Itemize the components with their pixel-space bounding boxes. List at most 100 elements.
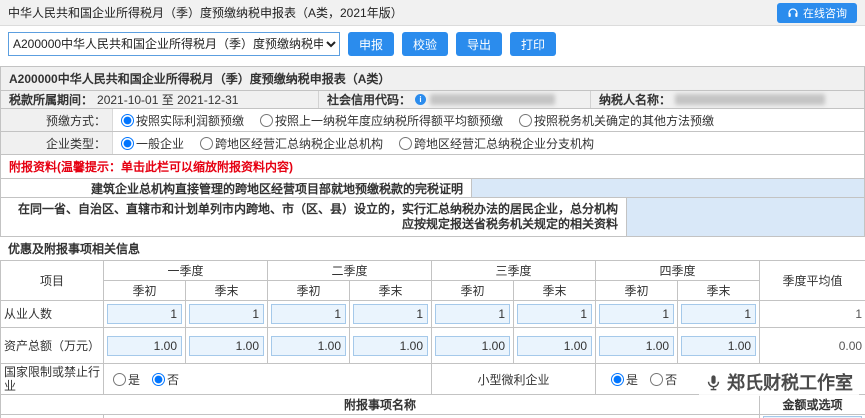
radio-label: 一般企业	[136, 136, 185, 151]
radio-label: 是	[128, 372, 141, 387]
employees-input[interactable]	[271, 304, 347, 324]
assets-input[interactable]	[435, 335, 511, 356]
employees-input[interactable]	[353, 304, 429, 324]
assets-cell	[184, 327, 269, 364]
subheader-end: 季末	[677, 280, 761, 301]
online-consult-button[interactable]: 在线咨询	[777, 2, 857, 23]
page-title: 中华人民共和国企业所得税月（季）度预缴纳税申报表（A类，2021年版）	[8, 6, 403, 20]
assets-input[interactable]	[681, 335, 757, 356]
radio-label: 跨地区经营汇总纳税企业分支机构	[414, 136, 595, 151]
radio-label: 是	[626, 372, 639, 387]
radio-label: 否	[665, 372, 678, 387]
radio-restricted-no-input[interactable]	[152, 372, 166, 386]
assets-cell	[267, 327, 351, 364]
radio-small-micro-no[interactable]: 否	[650, 371, 677, 388]
employees-cell	[431, 300, 515, 328]
assets-input[interactable]	[517, 335, 593, 356]
col-header-q4: 四季度	[595, 260, 761, 281]
export-button[interactable]: 导出	[456, 32, 502, 56]
radio-enterprise-branch-input[interactable]	[399, 136, 413, 150]
form-title-row: A200000中华人民共和国企业所得税月（季）度预缴纳税申报表（A类）	[1, 67, 864, 91]
matters-header-row: 附报事项名称 金额或选项	[0, 394, 865, 415]
prepay-method-row: 预缴方式： 按照实际利润额预缴 按照上一纳税年度应纳税所得额平均额预缴 按照税务…	[1, 109, 864, 132]
radio-label: 按照税务机关确定的其他方法预缴	[534, 113, 715, 128]
assets-cell	[349, 327, 433, 364]
tax-period-cell: 税款所属期间： 2021-10-01 至 2021-12-31	[1, 91, 319, 108]
col-header-q1: 一季度	[102, 260, 269, 281]
radio-prepay-prior-year-average-input[interactable]	[260, 113, 274, 127]
declare-button[interactable]: 申报	[348, 32, 394, 56]
radio-prepay-prior-year-average[interactable]: 按照上一纳税年度应纳税所得额平均额预缴	[260, 112, 503, 129]
employees-input[interactable]	[107, 304, 182, 324]
radio-enterprise-general-input[interactable]	[121, 136, 134, 150]
restricted-industry-label: 国家限制或禁止行业	[0, 363, 104, 395]
radio-enterprise-branch[interactable]: 跨地区经营汇总纳税企业分支机构	[399, 135, 594, 152]
subheader-begin: 季初	[267, 280, 351, 301]
col-header-q2: 二季度	[267, 260, 433, 281]
attach-row-province-text: 在同一省、自治区、直辖市和计划单列市内跨地、市（区、县）设立的，实行汇总纳税办法…	[17, 202, 618, 231]
attach-row-construction-input-area[interactable]	[471, 179, 864, 197]
validate-button[interactable]: 校验	[402, 32, 448, 56]
tax-period-label: 税款所属期间：	[9, 93, 94, 107]
subheader-begin: 季初	[595, 280, 679, 301]
employees-cell	[677, 300, 761, 328]
print-button[interactable]: 打印	[510, 32, 556, 56]
employees-input[interactable]	[435, 304, 511, 324]
credit-code-label: 社会信用代码：	[327, 93, 412, 107]
col-header-project: 项目	[0, 260, 104, 301]
employees-input[interactable]	[599, 304, 675, 324]
info-icon[interactable]: i	[415, 94, 427, 105]
radio-enterprise-general[interactable]: 一般企业	[121, 135, 184, 152]
section-title: 优惠及附报事项相关信息	[8, 242, 141, 256]
radio-prepay-actual-profit-input[interactable]	[121, 113, 134, 127]
table-header-row-2: 季初 季末 季初 季末 季初 季末 季初 季末	[1, 280, 865, 301]
radio-small-micro-no-input[interactable]	[650, 372, 664, 386]
radio-label: 否	[167, 372, 180, 387]
assets-cell	[431, 327, 515, 364]
attach-row-construction: 建筑企业总机构直接管理的跨地区经营项目部就地预缴税款的完税证明	[1, 179, 864, 198]
matters-header: 附报事项名称	[0, 394, 761, 415]
prepay-method-options: 按照实际利润额预缴 按照上一纳税年度应纳税所得额平均额预缴 按照税务机关确定的其…	[113, 109, 864, 131]
radio-label: 跨地区经营汇总纳税企业总机构	[215, 136, 384, 151]
radio-small-micro-yes[interactable]: 是	[611, 371, 638, 388]
col-header-quarter-average: 季度平均值	[759, 260, 865, 301]
assets-average: 0.00	[759, 327, 865, 364]
assets-input[interactable]	[353, 335, 429, 356]
employees-cell	[103, 300, 186, 328]
attach-header-row[interactable]: 附报资料(温馨提示：单击此栏可以缩放附报资料内容)	[1, 155, 864, 179]
radio-restricted-yes-input[interactable]	[113, 372, 126, 386]
toolbar: A200000中华人民共和国企业所得税月（季）度预缴纳税申报表（A类） 申报 校…	[0, 26, 865, 62]
restricted-industry-cell: 是 否	[102, 363, 433, 395]
radio-prepay-actual-profit[interactable]: 按照实际利润额预缴	[121, 112, 244, 129]
radio-label: 按照实际利润额预缴	[136, 113, 245, 128]
matter-1-label: 事项1	[0, 414, 104, 418]
radio-enterprise-head-office-input[interactable]	[200, 136, 214, 150]
assets-row: 资产总额（万元） 0.00	[0, 327, 865, 364]
subheader-end: 季末	[184, 280, 269, 301]
employees-cell	[513, 300, 597, 328]
radio-small-micro-yes-input[interactable]	[611, 372, 625, 386]
assets-input[interactable]	[189, 335, 265, 356]
assets-cell	[103, 327, 186, 364]
employees-row: 从业人数 1	[0, 300, 865, 328]
assets-input[interactable]	[271, 335, 347, 356]
subheader-end: 季末	[349, 280, 433, 301]
employees-cell	[595, 300, 679, 328]
assets-input[interactable]	[599, 335, 675, 356]
radio-prepay-other-method[interactable]: 按照税务机关确定的其他方法预缴	[519, 112, 714, 129]
taxpayer-name-label: 纳税人名称：	[599, 93, 672, 107]
radio-restricted-yes[interactable]: 是	[113, 371, 140, 388]
enterprise-type-row: 企业类型： 一般企业 跨地区经营汇总纳税企业总机构 跨地区经营汇总纳税企业分支机…	[1, 132, 864, 155]
subheader-begin: 季初	[431, 280, 515, 301]
assets-input[interactable]	[107, 335, 182, 356]
employees-input[interactable]	[189, 304, 265, 324]
radio-prepay-other-method-input[interactable]	[519, 113, 533, 127]
attach-row-province: 在同一省、自治区、直辖市和计划单列市内跨地、市（区、县）设立的，实行汇总纳税办法…	[1, 198, 864, 237]
employees-input[interactable]	[681, 304, 757, 324]
form-select[interactable]: A200000中华人民共和国企业所得税月（季）度预缴纳税申报表（A类）	[8, 32, 340, 56]
taxpayer-name-redacted-value	[675, 94, 826, 105]
attach-row-province-input-area[interactable]	[626, 198, 864, 236]
radio-enterprise-head-office[interactable]: 跨地区经营汇总纳税企业总机构	[200, 135, 383, 152]
radio-restricted-no[interactable]: 否	[152, 371, 179, 388]
employees-input[interactable]	[517, 304, 593, 324]
